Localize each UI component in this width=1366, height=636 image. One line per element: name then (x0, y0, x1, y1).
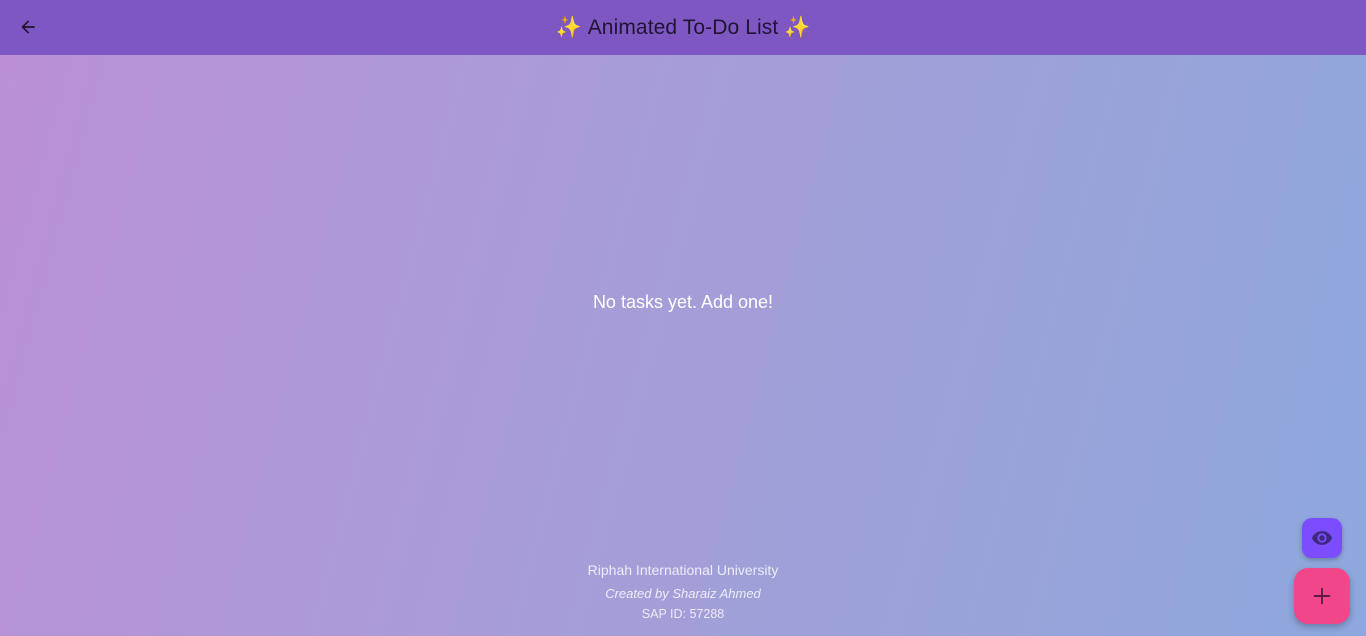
app-bar: ✨ Animated To-Do List ✨ (0, 0, 1366, 55)
arrow-back-icon (21, 20, 35, 34)
task-list-area: No tasks yet. Add one! Riphah Internatio… (0, 55, 1366, 636)
eye-icon (1311, 531, 1333, 545)
view-button[interactable] (1302, 518, 1342, 558)
footer-sap-id: SAP ID: 57288 (641, 607, 725, 621)
app-root: ✨ Animated To-Do List ✨ No tasks yet. Ad… (0, 0, 1366, 636)
page-title-text: Animated To-Do List (587, 15, 779, 39)
add-task-button[interactable] (1294, 568, 1350, 624)
back-button[interactable] (14, 13, 42, 41)
sparkles-icon: ✨ (555, 15, 582, 39)
footer-university: Riphah International University (587, 562, 779, 578)
sparkles-icon: ✨ (784, 15, 811, 39)
footer-author: Created by Sharaiz Ahmed (605, 586, 761, 601)
empty-state-message: No tasks yet. Add one! (592, 292, 774, 312)
page-title: ✨ Animated To-Do List ✨ (555, 16, 810, 40)
plus-icon (1313, 587, 1331, 605)
